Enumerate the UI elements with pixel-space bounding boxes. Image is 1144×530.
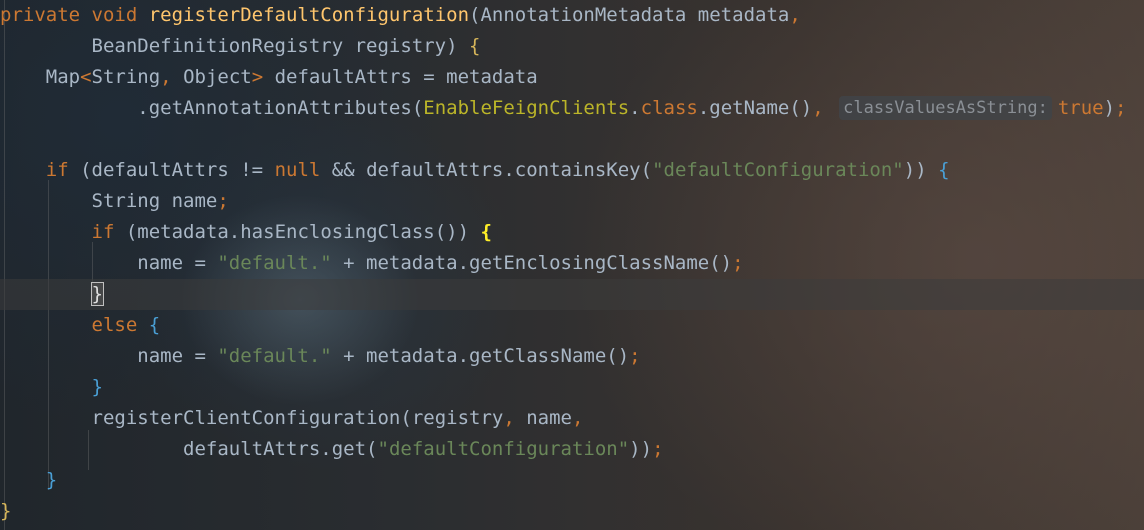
code-token: defaultAttrs.get <box>0 438 367 460</box>
code-token: } <box>91 376 103 398</box>
code-token: ) <box>446 35 470 57</box>
code-token: , <box>572 407 584 429</box>
code-token: , <box>160 66 184 88</box>
code-token: String name <box>0 190 218 212</box>
code-line[interactable]: .getAnnotationAttributes(EnableFeignClie… <box>0 93 1126 124</box>
code-token: "defaultConfiguration" <box>377 438 630 460</box>
code-token: ; <box>652 438 664 460</box>
code-token: } <box>0 500 12 522</box>
code-line-current[interactable]: } <box>0 279 1144 310</box>
code-line[interactable]: } <box>0 496 11 527</box>
code-token: metadata.hasEnclosingClass() <box>137 221 458 243</box>
code-token: + metadata.getClassName() <box>331 345 630 367</box>
code-token: ( <box>469 4 481 26</box>
code-token: , <box>503 407 527 429</box>
code-token: ( <box>640 159 653 181</box>
code-token: ; <box>217 190 229 212</box>
code-token: { <box>469 35 481 57</box>
code-token: private void <box>0 4 149 26</box>
code-line[interactable]: name = "default." + metadata.getClassNam… <box>0 341 641 372</box>
code-token: defaultAttrs != <box>91 159 275 181</box>
code-token: registerClientConfiguration <box>0 407 401 429</box>
code-token: "default." <box>217 252 332 274</box>
code-token: "default." <box>217 345 332 367</box>
code-token: "defaultConfiguration" <box>652 159 904 181</box>
code-token: if <box>0 221 126 243</box>
code-token: , <box>812 97 836 119</box>
code-line[interactable]: name = "default." + metadata.getEnclosin… <box>0 248 744 279</box>
code-token: } <box>45 469 58 491</box>
code-token: ; <box>629 345 641 367</box>
code-token: { <box>938 159 950 181</box>
code-token: ; <box>732 252 744 274</box>
code-token: ( <box>80 159 92 181</box>
code-token: ( <box>125 221 138 243</box>
code-token: name = <box>0 252 218 274</box>
code-line[interactable]: } <box>0 465 57 496</box>
code-token: class <box>640 97 698 119</box>
code-token: registerDefaultConfiguration <box>148 4 470 26</box>
code-line[interactable]: defaultAttrs.get("defaultConfiguration")… <box>0 434 664 465</box>
code-line[interactable]: String name; <box>0 186 229 217</box>
code-token: Map <box>0 66 81 88</box>
code-token: BeanDefinitionRegistry registry <box>0 35 447 57</box>
code-token: .getName() <box>697 97 813 119</box>
code-token: } <box>90 282 105 306</box>
code-token: true <box>1057 97 1104 119</box>
code-line[interactable]: BeanDefinitionRegistry registry) { <box>0 31 481 62</box>
code-token: if <box>0 159 81 181</box>
code-token: String <box>91 66 161 88</box>
code-token: { <box>480 221 492 243</box>
parameter-hint: classValuesAsString: <box>839 96 1052 120</box>
code-token: )) <box>629 438 653 460</box>
code-token: + metadata.getEnclosingClassName() <box>331 252 733 274</box>
code-token: else <box>0 314 149 336</box>
code-token: .getAnnotationAttributes <box>0 97 412 119</box>
code-token: . <box>629 97 641 119</box>
code-line[interactable]: registerClientConfiguration(registry, na… <box>0 403 584 434</box>
code-token: { <box>148 314 161 336</box>
code-line[interactable]: private void registerDefaultConfiguratio… <box>0 0 801 31</box>
code-token: registry <box>411 407 504 429</box>
code-token: EnableFeignClients <box>423 97 630 119</box>
code-token: ( <box>400 407 412 429</box>
code-token: , <box>789 4 801 26</box>
code-token: ; <box>1115 97 1127 119</box>
code-token: defaultAttrs = metadata <box>274 66 538 88</box>
code-token: name <box>526 407 572 429</box>
code-line[interactable]: Map<String, Object> defaultAttrs = metad… <box>0 62 538 93</box>
code-token: )) <box>903 159 927 181</box>
code-token: ( <box>411 97 424 119</box>
code-token: < <box>80 66 92 88</box>
code-line[interactable]: } <box>0 372 103 403</box>
code-token: ( <box>366 438 378 460</box>
code-token: name = <box>0 345 218 367</box>
code-token: ) <box>1103 97 1116 119</box>
code-token: AnnotationMetadata metadata <box>480 4 790 26</box>
code-token: && defaultAttrs.containsKey <box>331 159 641 181</box>
code-editor[interactable]: private void registerDefaultConfiguratio… <box>0 0 1144 530</box>
code-token: ) <box>457 221 481 243</box>
code-token: null <box>274 159 332 181</box>
code-token: Object <box>183 66 252 88</box>
code-line[interactable]: if (defaultAttrs != null && defaultAttrs… <box>0 155 950 186</box>
code-token: > <box>251 66 275 88</box>
code-line[interactable]: else { <box>0 310 161 341</box>
code-line[interactable]: if (metadata.hasEnclosingClass()) { <box>0 217 492 248</box>
